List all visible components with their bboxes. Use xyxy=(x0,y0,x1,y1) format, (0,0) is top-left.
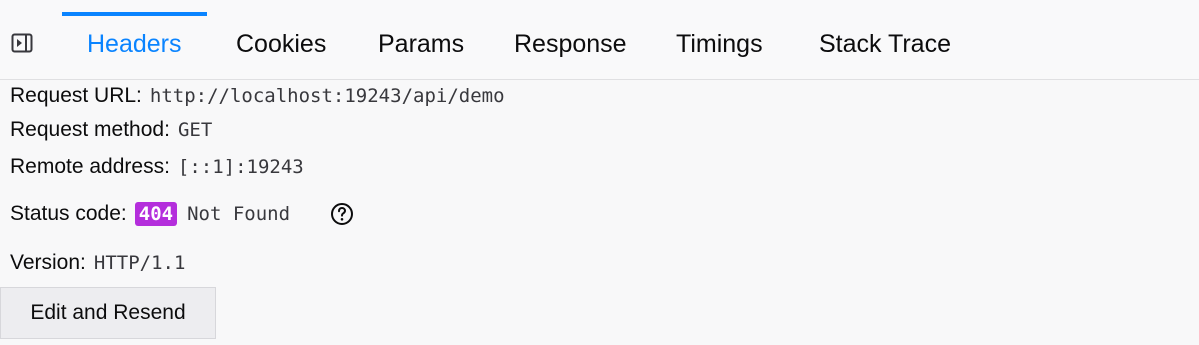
request-url-row: Request URL: http://localhost:19243/api/… xyxy=(10,80,505,112)
version-label: Version: xyxy=(10,251,86,274)
tab-headers[interactable]: Headers xyxy=(62,0,206,80)
help-icon[interactable] xyxy=(330,202,354,226)
status-code-row: Status code: 404 Not Found xyxy=(10,198,354,230)
request-url-value: http://localhost:19243/api/demo xyxy=(149,85,505,107)
tab-stack-trace[interactable]: Stack Trace xyxy=(819,0,951,80)
request-method-row: Request method: GET xyxy=(10,114,212,146)
status-badge: 404 xyxy=(134,202,178,226)
status-code-label: Status code: xyxy=(10,202,127,225)
remote-address-value: [::1]:19243 xyxy=(177,156,304,178)
version-value: HTTP/1.1 xyxy=(93,252,186,274)
request-method-value: GET xyxy=(177,119,213,141)
tab-cookies[interactable]: Cookies xyxy=(236,0,326,80)
tab-timings[interactable]: Timings xyxy=(676,0,763,80)
details-tab-bar: Headers Cookies Params Response Timings … xyxy=(0,0,1199,80)
tab-params[interactable]: Params xyxy=(378,0,464,80)
status-text: Not Found xyxy=(187,203,291,225)
sidebar-toggle-icon[interactable] xyxy=(11,32,33,54)
tab-response[interactable]: Response xyxy=(514,0,627,80)
remote-address-row: Remote address: [::1]:19243 xyxy=(10,151,304,183)
request-url-label: Request URL: xyxy=(10,84,142,107)
request-method-label: Request method: xyxy=(10,118,170,141)
edit-and-resend-button[interactable]: Edit and Resend xyxy=(0,287,216,339)
remote-address-label: Remote address: xyxy=(10,155,170,178)
version-row: Version: HTTP/1.1 xyxy=(10,247,185,279)
